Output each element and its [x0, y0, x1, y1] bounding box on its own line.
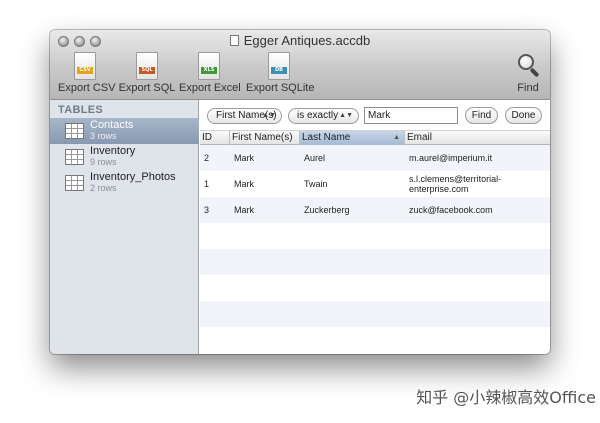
- sidebar-heading: TABLES: [58, 104, 103, 116]
- export-csv-button[interactable]: CSV Export CSV: [58, 52, 115, 94]
- filter-operator-select[interactable]: is exactly ▲▼: [288, 108, 359, 124]
- table-icon: [65, 175, 84, 191]
- sidebar-item-inventory-photos[interactable]: Inventory_Photos 2 rows: [50, 170, 199, 196]
- table-header: ID First Name(s) Last Name ▲ Email: [200, 131, 550, 145]
- document-icon: [229, 35, 239, 46]
- export-sqlite-button[interactable]: DB Export SQLite: [246, 52, 314, 94]
- tables-sidebar: TABLES Contacts 3 rows Inventory 9 rows …: [50, 100, 199, 354]
- column-header-id[interactable]: ID: [200, 131, 230, 145]
- sidebar-item-contacts[interactable]: Contacts 3 rows: [50, 118, 199, 144]
- table-row[interactable]: 3 Mark Zuckerberg zuck@facebook.com: [200, 197, 550, 223]
- magnifier-icon: [516, 52, 540, 80]
- window-toolbar: Egger Antiques.accdb CSV Export CSV SQL …: [50, 30, 550, 100]
- table-row[interactable]: 2 Mark Aurel m.aurel@imperium.it: [200, 145, 550, 171]
- results-table: ID First Name(s) Last Name ▲ Email 2 Mark…: [200, 131, 550, 354]
- find-button[interactable]: Find: [465, 107, 498, 124]
- column-header-email[interactable]: Email: [405, 131, 550, 145]
- watermark-text: 知乎 @小辣椒高效Office: [416, 388, 596, 407]
- updown-arrow-icon: ▲▼: [339, 112, 353, 119]
- find-toolbar-button[interactable]: Find: [512, 52, 544, 94]
- export-sql-button[interactable]: SQL Export SQL: [118, 52, 176, 94]
- done-button[interactable]: Done: [505, 107, 542, 124]
- table-icon: [65, 149, 84, 165]
- csv-file-icon: CSV: [74, 52, 96, 80]
- sidebar-item-inventory[interactable]: Inventory 9 rows: [50, 144, 199, 170]
- sql-file-icon: SQL: [136, 52, 158, 80]
- app-window: Egger Antiques.accdb CSV Export CSV SQL …: [50, 30, 550, 354]
- empty-row: [200, 249, 550, 275]
- table-icon: [65, 123, 84, 139]
- column-header-last-name[interactable]: Last Name ▲: [300, 131, 405, 145]
- window-title: Egger Antiques.accdb: [50, 33, 550, 48]
- xls-file-icon: XLS: [198, 52, 220, 80]
- empty-row: [200, 223, 550, 249]
- filter-value-input[interactable]: [364, 107, 458, 124]
- empty-row: [200, 275, 550, 301]
- column-header-first-name[interactable]: First Name(s): [230, 131, 300, 145]
- table-row[interactable]: 1 Mark Twain s.l.clemens@territorial-ent…: [200, 171, 550, 197]
- export-excel-button[interactable]: XLS Export Excel: [179, 52, 241, 94]
- filter-field-select[interactable]: First Name(s) ▲▼: [207, 108, 282, 124]
- empty-row: [200, 301, 550, 327]
- sqlite-file-icon: DB: [268, 52, 290, 80]
- sort-ascending-icon: ▲: [393, 134, 400, 141]
- empty-row: [200, 327, 550, 353]
- updown-arrow-icon: ▲▼: [262, 112, 276, 119]
- filter-bar: First Name(s)▲▼ is exactly▲▼ Find Done: [200, 100, 550, 131]
